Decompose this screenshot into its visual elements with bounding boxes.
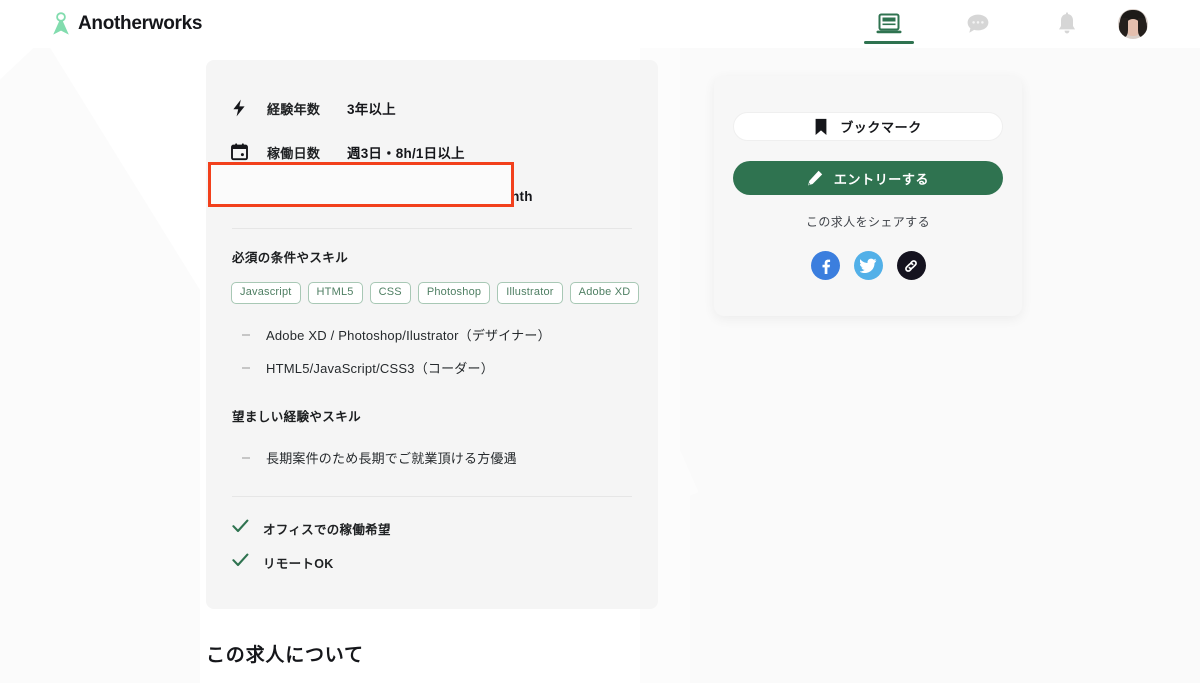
pencil-icon bbox=[807, 170, 823, 186]
summary-label-price: 希望単価 bbox=[267, 189, 321, 205]
list-item: HTML5/JavaScript/CSS3（コーダー） bbox=[206, 351, 658, 384]
dash-bullet-icon bbox=[242, 366, 250, 369]
skill-tag[interactable]: Photoshop bbox=[417, 282, 491, 304]
work-conditions-list: オフィスでの稼働希望 リモートOK bbox=[206, 511, 658, 579]
calendar-icon bbox=[227, 143, 251, 161]
background-shape-left bbox=[0, 38, 200, 683]
anotherworks-logo-icon bbox=[53, 12, 69, 35]
list-item: Adobe XD / Photoshop/Ilustrator（デザイナー） bbox=[206, 318, 658, 351]
share-icon-row bbox=[714, 251, 1022, 280]
preferred-skills-title: 望ましい経験やスキル bbox=[232, 410, 362, 424]
lightning-bolt-icon bbox=[227, 99, 251, 117]
facebook-icon bbox=[822, 259, 831, 274]
job-summary-list: 経験年数 3年以上 稼働日数 週3日・8h/1日以上 希望単価 ¥480,000… bbox=[206, 60, 658, 218]
check-icon bbox=[232, 553, 249, 572]
chat-bubble-icon bbox=[967, 14, 989, 33]
summary-divider bbox=[232, 228, 632, 229]
summary-label-workdays: 稼働日数 bbox=[267, 145, 321, 161]
summary-row-workdays: 稼働日数 週3日・8h/1日以上 bbox=[206, 130, 658, 174]
summary-value-price: ¥480,000 ~ ¥530,000/1month bbox=[347, 188, 533, 204]
avatar-hair-left bbox=[1119, 18, 1128, 37]
bookmark-icon bbox=[815, 118, 827, 135]
skill-tag[interactable]: HTML5 bbox=[307, 282, 363, 304]
nav-item-jobs[interactable] bbox=[856, 0, 922, 48]
condition-item-office: オフィスでの稼働希望 bbox=[206, 511, 658, 545]
share-facebook-button[interactable] bbox=[810, 251, 840, 280]
entry-button[interactable]: エントリーする bbox=[733, 161, 1003, 195]
list-item-label: Adobe XD / Photoshop/Ilustrator（デザイナー） bbox=[266, 328, 551, 343]
preferred-skills-bullets: 長期案件のため長期でご就業頂ける方優遇 bbox=[206, 441, 658, 474]
bell-icon bbox=[1059, 12, 1075, 34]
brand-logo[interactable]: Anotherworks bbox=[51, 12, 202, 36]
user-avatar[interactable] bbox=[1118, 9, 1148, 39]
laptop-icon bbox=[876, 13, 902, 34]
condition-item-remote: リモートOK bbox=[206, 545, 658, 579]
background-shape-diagonal bbox=[690, 330, 1110, 683]
yen-coin-icon bbox=[227, 187, 251, 205]
condition-label: オフィスでの稼働希望 bbox=[263, 522, 391, 537]
summary-value-experience: 3年以上 bbox=[347, 102, 396, 117]
share-copylink-button[interactable] bbox=[896, 251, 926, 280]
condition-label: リモートOK bbox=[263, 556, 334, 571]
entry-button-label: エントリーする bbox=[833, 171, 930, 187]
summary-value-workdays: 週3日・8h/1日以上 bbox=[347, 146, 465, 161]
required-skills-bullets: Adobe XD / Photoshop/Ilustrator（デザイナー） H… bbox=[206, 318, 658, 384]
required-skills-tags: Javascript HTML5 CSS Photoshop Illustrat… bbox=[231, 282, 658, 304]
dash-bullet-icon bbox=[242, 456, 250, 459]
skill-tag[interactable]: Illustrator bbox=[497, 282, 563, 304]
conditions-divider bbox=[232, 496, 632, 497]
avatar-hair-right bbox=[1138, 18, 1147, 37]
list-item-label: HTML5/JavaScript/CSS3（コーダー） bbox=[266, 361, 494, 376]
job-action-panel: ブックマーク エントリーする この求人をシェアする bbox=[714, 76, 1022, 316]
header-nav bbox=[856, 0, 1200, 48]
skill-tag[interactable]: Javascript bbox=[231, 282, 301, 304]
link-icon bbox=[905, 259, 917, 272]
skill-tag[interactable]: Adobe XD bbox=[569, 282, 640, 304]
list-item: 長期案件のため長期でご就業頂ける方優遇 bbox=[206, 441, 658, 474]
about-section-heading: この求人について bbox=[206, 645, 364, 666]
site-header: Anotherworks bbox=[0, 0, 1200, 48]
dash-bullet-icon bbox=[242, 333, 250, 336]
required-skills-title: 必須の条件やスキル bbox=[232, 251, 349, 265]
job-detail-card: 経験年数 3年以上 稼働日数 週3日・8h/1日以上 希望単価 ¥480,000… bbox=[206, 60, 658, 609]
summary-label-experience: 経験年数 bbox=[267, 101, 321, 117]
list-item-label: 長期案件のため長期でご就業頂ける方優遇 bbox=[266, 451, 517, 466]
bookmark-button[interactable]: ブックマーク bbox=[733, 112, 1003, 141]
twitter-icon bbox=[859, 258, 876, 273]
summary-row-experience: 経験年数 3年以上 bbox=[206, 86, 658, 130]
share-twitter-button[interactable] bbox=[853, 251, 883, 280]
bookmark-button-label: ブックマーク bbox=[840, 120, 922, 135]
summary-row-price: 希望単価 ¥480,000 ~ ¥530,000/1month bbox=[206, 174, 658, 218]
nav-item-messages[interactable] bbox=[945, 0, 1011, 48]
skill-tag[interactable]: CSS bbox=[369, 282, 411, 304]
nav-item-notifications[interactable] bbox=[1034, 0, 1100, 48]
check-icon bbox=[232, 519, 249, 538]
share-prompt-label: この求人をシェアする bbox=[805, 215, 930, 229]
brand-name: Anotherworks bbox=[78, 13, 203, 34]
